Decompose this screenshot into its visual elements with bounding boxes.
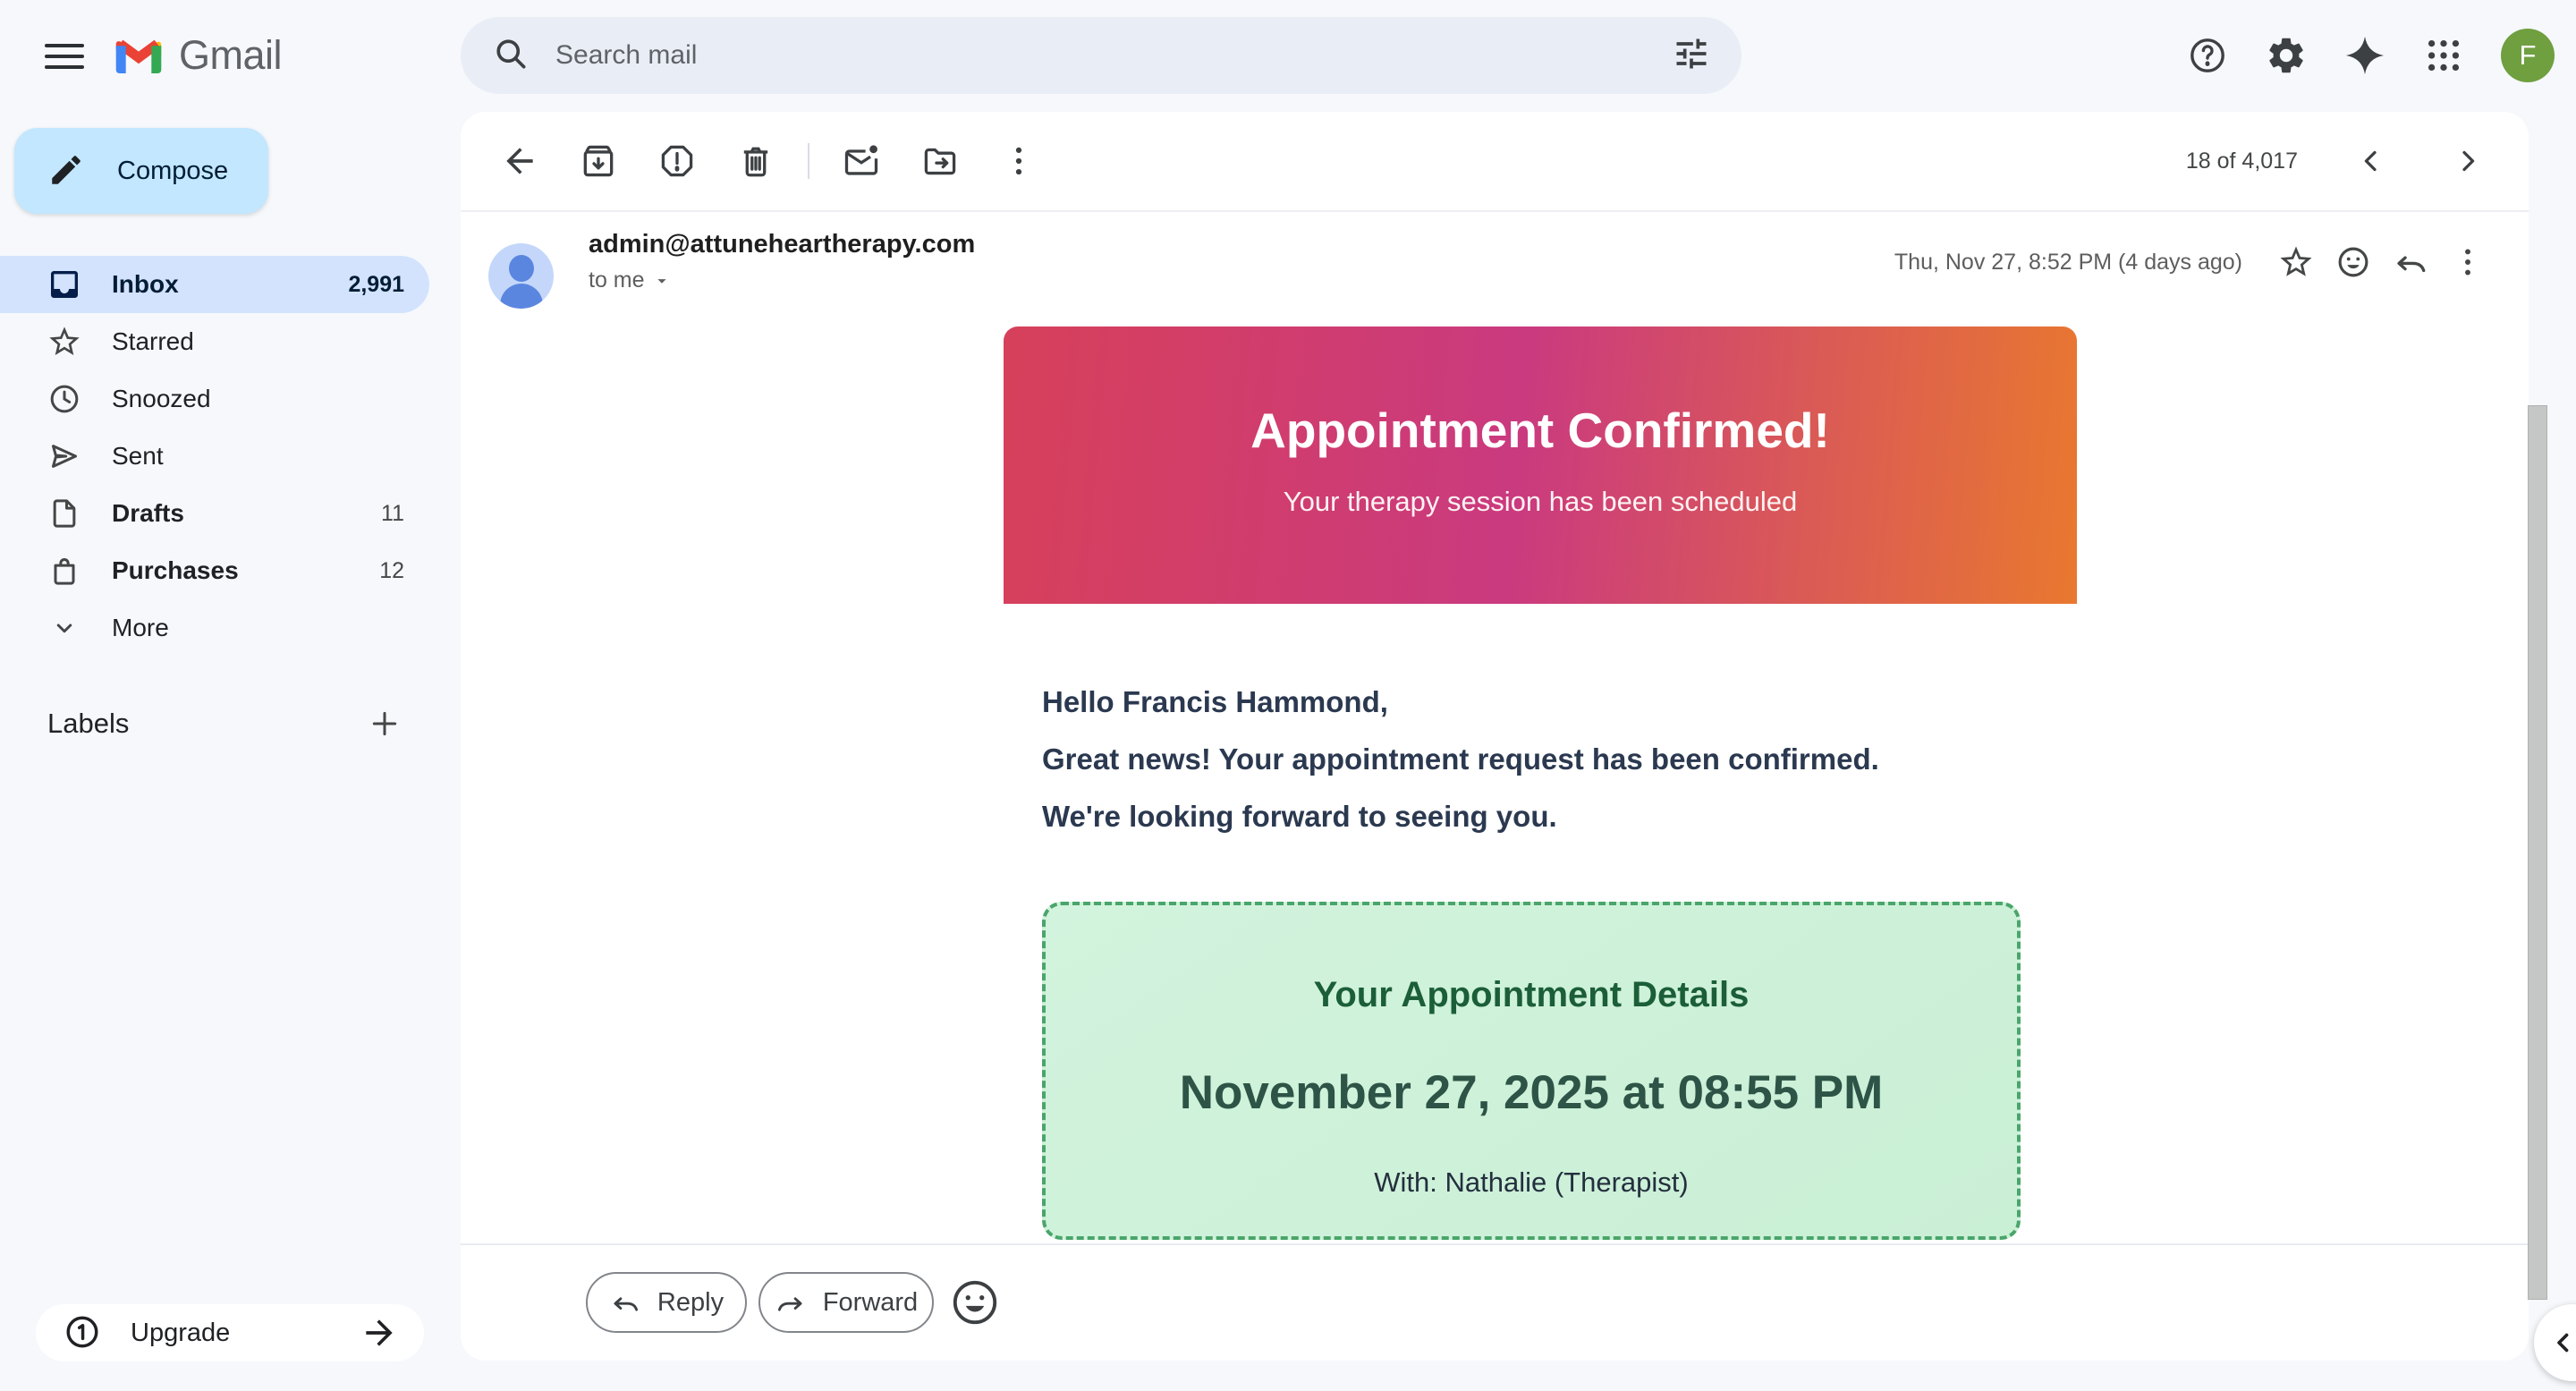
forward-arrow-icon — [775, 1286, 807, 1319]
inbox-count: 2,991 — [348, 272, 404, 298]
sidebar-item-snoozed[interactable]: Snoozed — [0, 370, 429, 428]
upgrade-button[interactable]: Upgrade — [36, 1304, 424, 1361]
chevron-left-icon — [2548, 1327, 2576, 1358]
body-line-3: We're looking forward to seeing you. — [1042, 788, 1879, 845]
email-date: Thu, Nov 27, 8:52 PM (4 days ago) — [1894, 250, 2242, 276]
purchases-count: 12 — [379, 558, 404, 584]
sidebar-item-starred[interactable]: Starred — [0, 313, 429, 370]
delete-button[interactable] — [727, 132, 784, 190]
sidebar-nav: Inbox 2,991 Starred Snoozed — [0, 256, 461, 657]
greeting-line: Hello Francis Hammond, — [1042, 674, 1879, 731]
apps-grid-icon[interactable] — [2415, 27, 2472, 84]
upgrade-label: Upgrade — [131, 1319, 230, 1348]
recipient-dropdown[interactable]: to me — [589, 267, 672, 293]
forward-button[interactable]: Forward — [758, 1272, 934, 1333]
scrollbar-thumb[interactable] — [2528, 405, 2547, 1300]
more-options-button[interactable] — [990, 132, 1047, 190]
inbox-icon — [47, 267, 82, 302]
email-toolbar: 18 of 4,017 — [461, 112, 2529, 212]
appointment-datetime: November 27, 2025 at 08:55 PM — [1046, 1065, 2017, 1120]
arrow-right-icon — [360, 1313, 399, 1353]
gemini-icon[interactable] — [2336, 27, 2394, 84]
email-banner: Appointment Confirmed! Your therapy sess… — [1004, 327, 2077, 604]
message-more-button[interactable] — [2439, 233, 2496, 291]
labels-section: Labels — [0, 695, 429, 752]
sidebar: Compose Inbox 2,991 Starred — [0, 112, 461, 1391]
upgrade-badge-icon — [63, 1312, 102, 1354]
clock-icon — [47, 381, 82, 417]
reply-forward-bar: Reply Forward — [461, 1272, 2529, 1333]
back-button[interactable] — [491, 132, 548, 190]
star-message-button[interactable] — [2267, 233, 2325, 291]
draft-icon — [47, 496, 82, 531]
account-avatar[interactable]: F — [2494, 29, 2555, 82]
report-spam-button[interactable] — [648, 132, 706, 190]
banner-subtitle: Your therapy session has been scheduled — [1004, 486, 2077, 518]
hamburger-icon — [45, 37, 84, 76]
gmail-wordmark: Gmail — [179, 32, 282, 79]
appointment-therapist: With: Nathalie (Therapist) — [1046, 1166, 2017, 1199]
reply-arrow-icon — [609, 1286, 641, 1319]
reply-icon-button[interactable] — [2382, 233, 2439, 291]
search-icon[interactable] — [491, 34, 530, 78]
sender-email: admin@attuneheartherapy.com — [589, 230, 975, 259]
main-menu-button[interactable] — [38, 30, 91, 83]
move-to-button[interactable] — [911, 132, 969, 190]
emoji-reaction-button[interactable] — [2325, 233, 2382, 291]
older-email-button[interactable] — [2439, 132, 2496, 190]
reply-button[interactable]: Reply — [586, 1272, 747, 1333]
email-view-card: 18 of 4,017 admin@attune — [461, 112, 2529, 1361]
smiley-icon — [949, 1276, 1001, 1328]
settings-button[interactable] — [2258, 27, 2315, 84]
labels-header: Labels — [47, 708, 129, 740]
footer-divider — [461, 1243, 2529, 1245]
star-icon — [47, 324, 82, 360]
appointment-details-box: Your Appointment Details November 27, 20… — [1042, 902, 2021, 1240]
archive-button[interactable] — [570, 132, 627, 190]
gmail-logo: Gmail — [113, 23, 282, 88]
sidebar-item-inbox[interactable]: Inbox 2,991 — [0, 256, 429, 313]
mark-unread-button[interactable] — [833, 132, 890, 190]
drafts-count: 11 — [381, 501, 404, 527]
compose-button[interactable]: Compose — [14, 128, 268, 214]
sidebar-item-purchases[interactable]: Purchases 12 — [0, 542, 429, 599]
search-input[interactable] — [554, 39, 1672, 72]
sidebar-item-drafts[interactable]: Drafts 11 — [0, 485, 429, 542]
sidebar-item-more[interactable]: More — [0, 599, 429, 657]
email-header: admin@attuneheartherapy.com to me Thu, N… — [461, 214, 2529, 330]
sender-avatar[interactable] — [488, 243, 554, 309]
topbar-actions: F — [2179, 11, 2555, 100]
side-panel-toggle[interactable] — [2534, 1304, 2576, 1381]
toolbar-divider — [808, 143, 809, 179]
banner-title: Appointment Confirmed! — [1004, 402, 2077, 459]
chevron-down-icon — [47, 610, 82, 646]
add-reaction-button[interactable] — [946, 1274, 1004, 1331]
gmail-m-icon — [113, 34, 165, 78]
create-label-button[interactable] — [360, 699, 410, 749]
pencil-icon — [47, 151, 85, 191]
pagination-label: 18 of 4,017 — [2186, 148, 2298, 174]
search-bar[interactable] — [461, 17, 1741, 94]
help-button[interactable] — [2179, 27, 2236, 84]
search-options-icon[interactable] — [1672, 34, 1711, 78]
email-header-meta: Thu, Nov 27, 8:52 PM (4 days ago) — [1894, 233, 2496, 291]
body-line-2: Great news! Your appointment request has… — [1042, 731, 1879, 788]
sidebar-item-sent[interactable]: Sent — [0, 428, 429, 485]
send-icon — [47, 438, 82, 474]
email-body-text: Hello Francis Hammond, Great news! Your … — [1042, 674, 1879, 845]
details-title: Your Appointment Details — [1046, 975, 2017, 1015]
top-bar: Gmail — [0, 0, 2576, 112]
newer-email-button[interactable] — [2343, 132, 2400, 190]
compose-label: Compose — [117, 157, 228, 186]
shopping-bag-icon — [47, 553, 82, 589]
pagination-controls: 18 of 4,017 — [2186, 132, 2529, 190]
caret-down-icon — [652, 271, 672, 291]
